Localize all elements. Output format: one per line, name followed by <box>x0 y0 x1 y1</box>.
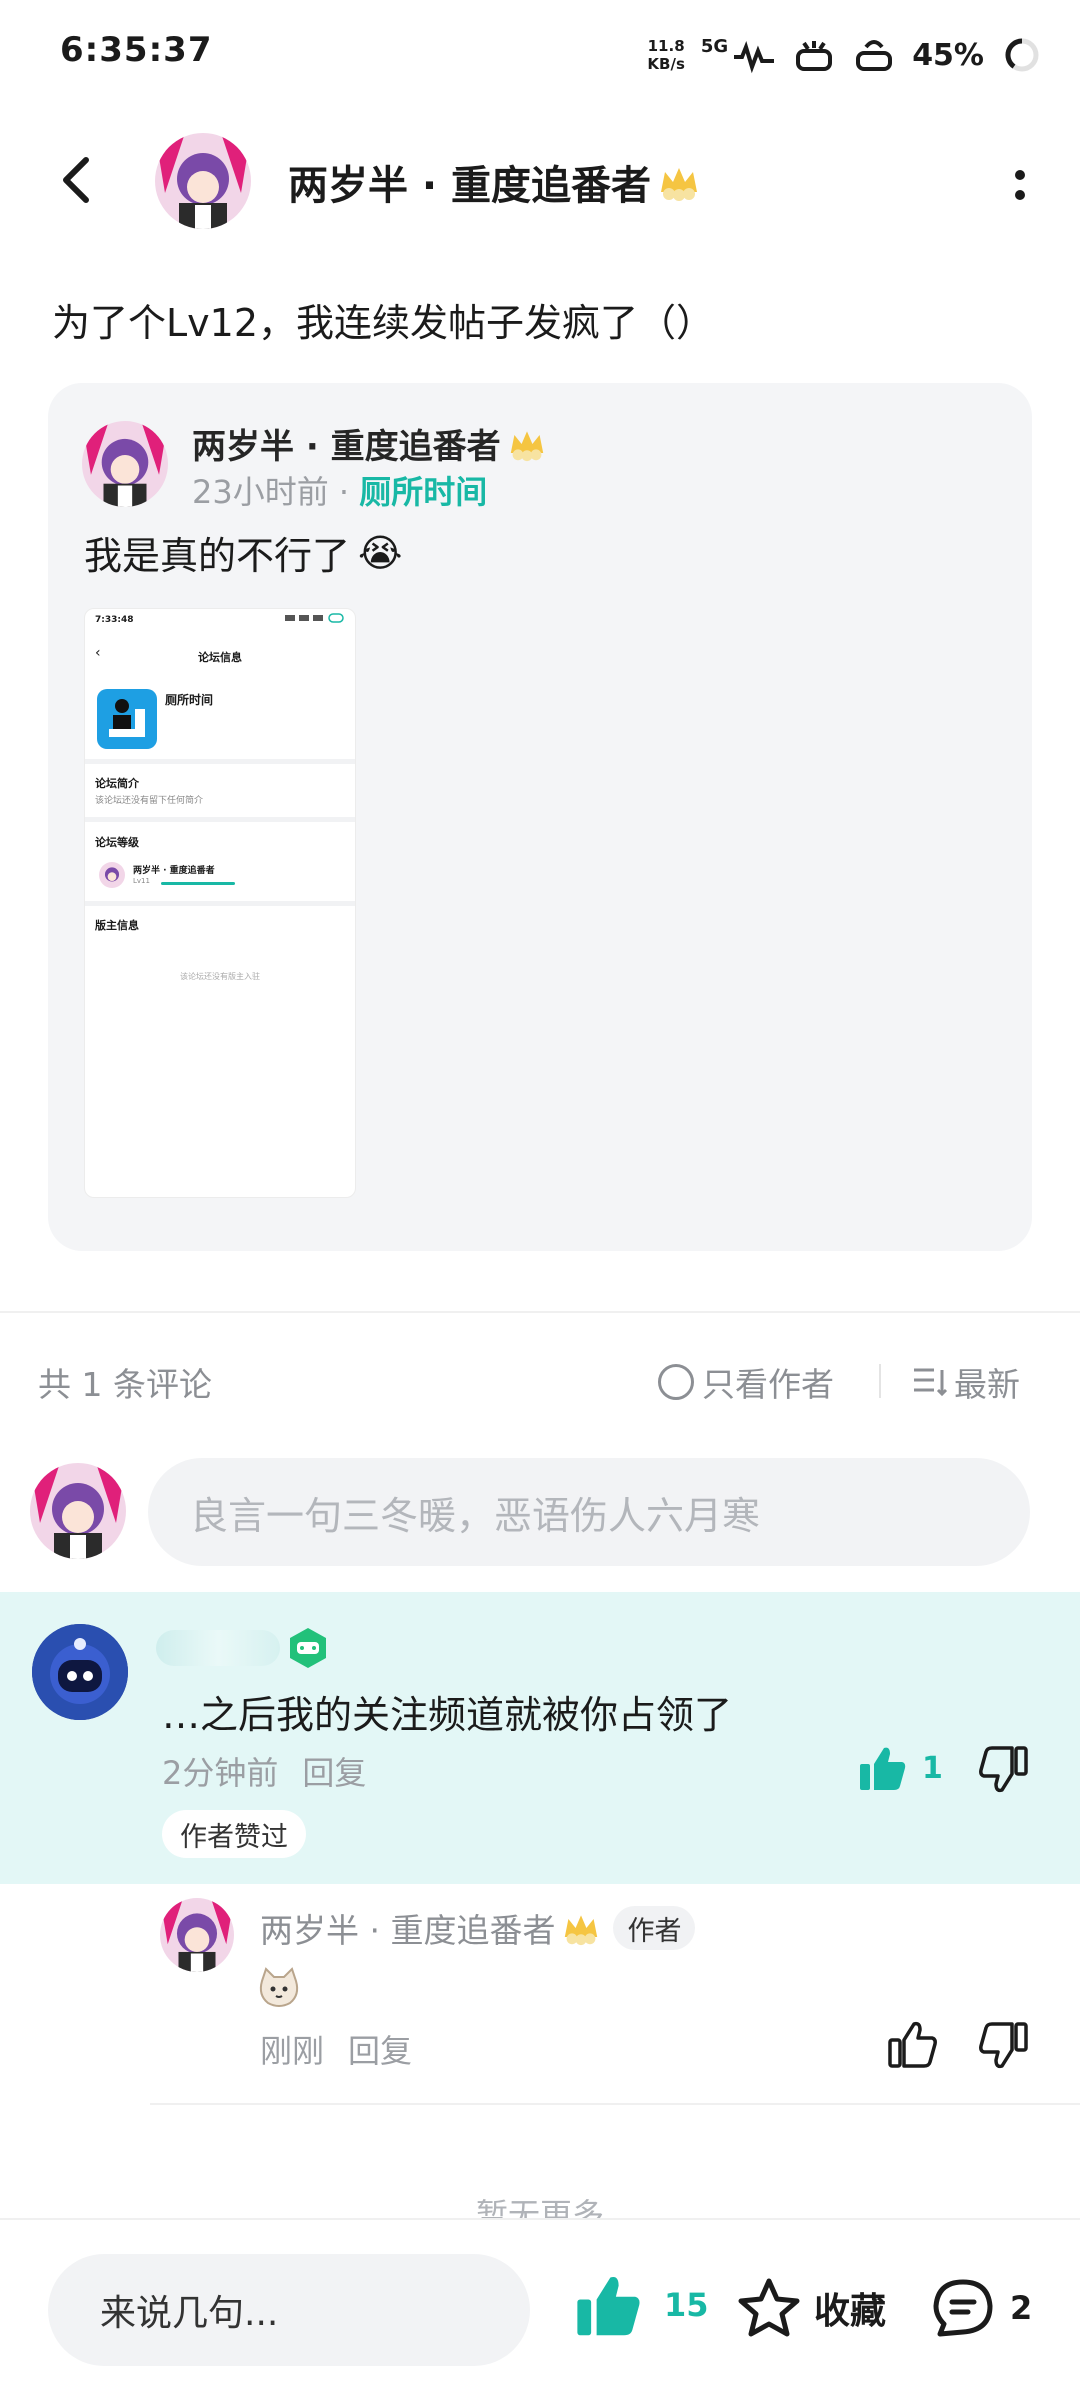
status-bar: 6:35:37 11.8 KB/s 5G 45% <box>0 0 1080 110</box>
favorite-label: 收藏 <box>814 2291 887 2332</box>
reply-author-name[interactable]: 两岁半 · 重度追番者 作者 <box>260 1904 696 1952</box>
comment-input[interactable]: 良言一句三冬暖，恶语伤人六月寒 <box>148 1458 1030 1566</box>
crown-badge-icon <box>565 1915 598 1946</box>
comment-meta: 2分钟前 回复 <box>162 1748 366 1794</box>
reply-divider <box>150 2103 1080 2105</box>
author-name[interactable]: 两岁半 · 重度追番者 <box>288 153 701 211</box>
shared-post-time: 23小时前 <box>192 473 329 511</box>
crown-badge-icon <box>661 168 698 201</box>
star-icon <box>738 2278 800 2337</box>
shared-author-name[interactable]: 两岁半 · 重度追番者 <box>192 419 547 468</box>
screenshot-user-level: Lv11 <box>133 877 150 885</box>
status-time: 6:35:37 <box>60 30 213 70</box>
post-title: 为了个Lv12，我连续发帖子发疯了（） <box>52 301 715 345</box>
screenshot-level-label: 论坛等级 <box>95 836 139 849</box>
thumbs-up-icon[interactable] <box>886 2018 940 2072</box>
screenshot-page-title: 论坛信息 <box>198 651 242 664</box>
bottom-comment-placeholder: 来说几句... <box>100 2293 279 2334</box>
commenter-avatar[interactable] <box>32 1624 128 1720</box>
author-only-label: 只看作者 <box>702 1365 834 1404</box>
screenshot-moderator-label: 版主信息 <box>95 919 139 932</box>
screenshot-user-name: 两岁半 · 重度追番者 <box>133 866 215 876</box>
comment-input-placeholder: 良言一句三冬暖，恶语伤人六月寒 <box>190 1493 761 1538</box>
status-icons: 11.8 KB/s 5G 45% <box>647 30 1044 80</box>
screenshot-intro-label: 论坛简介 <box>95 777 139 790</box>
screenshot-time: 7:33:48 <box>95 615 134 625</box>
shared-post-body: 我是真的不行了 😭 <box>84 525 402 580</box>
thumbs-up-filled-icon <box>577 2276 640 2336</box>
network-label: 5G <box>700 35 729 57</box>
cat-sticker-icon <box>259 1967 299 2007</box>
bottom-action-bar: 来说几句... 15 收藏 2 <box>0 2218 1080 2400</box>
reply-reply-button[interactable]: 回复 <box>348 2026 412 2072</box>
screenshot-user-avatar <box>99 862 125 888</box>
comment-bubble-icon <box>933 2279 993 2337</box>
battery-percent: 45% <box>912 37 984 73</box>
screenshot-forum-name: 厕所时间 <box>165 693 214 707</box>
comment-time: 2分钟前 <box>162 1754 279 1792</box>
radio-circle-icon <box>658 1364 694 1400</box>
author-tag: 作者 <box>613 1906 696 1950</box>
reply-author-name-text: 两岁半 · 重度追番者 <box>260 1911 556 1950</box>
reply-meta: 刚刚 回复 <box>260 2026 412 2072</box>
thumbs-up-filled-icon <box>860 1747 906 1790</box>
alarm-icon <box>796 41 833 71</box>
back-arrow-icon[interactable] <box>50 150 110 210</box>
reply-time: 刚刚 <box>260 2032 325 2070</box>
crying-emoji-icon: 😭 <box>358 530 403 575</box>
commenter-name-blurred[interactable] <box>156 1630 280 1666</box>
hotspot-icon <box>856 40 893 71</box>
comment-like-button[interactable]: 1 <box>858 1744 943 1792</box>
net-speed-unit: KB/s <box>647 55 685 73</box>
reply-button[interactable]: 回复 <box>302 1748 366 1794</box>
sort-lines-icon <box>914 1368 948 1397</box>
author-avatar[interactable] <box>155 133 251 229</box>
comment-text: …之后我的关注频道就被你占领了 <box>162 1693 733 1737</box>
favorite-button[interactable]: 收藏 <box>736 2276 886 2340</box>
screenshot-status-icons <box>285 613 345 625</box>
post-header: 两岁半 · 重度追番者 <box>0 125 1080 235</box>
shared-post-body-text: 我是真的不行了 <box>84 534 351 578</box>
post-like-button[interactable]: 15 <box>574 2272 709 2338</box>
comment-count: 共 1 条评论 <box>38 1365 212 1404</box>
shared-post-card[interactable]: 两岁半 · 重度追番者 23小时前 · 厕所时间 我是真的不行了 😭 7:33:… <box>48 383 1032 1251</box>
more-options-icon[interactable] <box>1000 155 1040 215</box>
current-user-avatar <box>30 1463 126 1559</box>
bottom-comment-input[interactable]: 来说几句... <box>48 2254 530 2366</box>
comments-button[interactable]: 2 <box>930 2276 1032 2340</box>
shared-author-avatar[interactable] <box>82 421 168 507</box>
signal-icon <box>734 40 775 74</box>
author-liked-tag: 作者赞过 <box>162 1810 306 1858</box>
shared-post-meta: 23小时前 · 厕所时间 <box>192 467 487 513</box>
crown-badge-icon <box>510 430 543 461</box>
comment-like-count: 1 <box>922 1750 943 1786</box>
net-speed-value: 11.8 <box>647 37 685 55</box>
divider <box>879 1364 881 1398</box>
toilet-forum-icon <box>97 689 157 749</box>
thumbs-down-icon[interactable] <box>976 1742 1030 1796</box>
sort-button[interactable]: 最新 <box>912 1358 1020 1406</box>
reply-author-avatar[interactable] <box>160 1898 234 1972</box>
author-only-toggle[interactable]: 只看作者 <box>658 1358 834 1406</box>
comment-item: …之后我的关注频道就被你占领了 2分钟前 回复 1 作者赞过 <box>0 1592 1080 1884</box>
screenshot-level-bar <box>161 882 235 885</box>
shared-screenshot-image[interactable]: 7:33:48 ‹ 论坛信息 厕所时间 论坛简介 该论坛还没有留下任何简介 论坛… <box>84 608 356 1198</box>
post-like-count: 15 <box>664 2286 709 2324</box>
net-speed: 11.8 KB/s <box>647 37 684 73</box>
screenshot-moderator-text: 该论坛还没有版主入驻 <box>180 972 260 981</box>
battery-ring-icon <box>1005 38 1039 72</box>
forum-link[interactable]: 厕所时间 <box>359 473 487 511</box>
shared-author-name-text: 两岁半 · 重度追番者 <box>192 427 501 467</box>
sort-label: 最新 <box>954 1365 1020 1404</box>
screenshot-intro-text: 该论坛还没有留下任何简介 <box>95 796 204 806</box>
section-divider <box>0 1311 1080 1313</box>
thumbs-down-icon[interactable] <box>976 2018 1030 2072</box>
meta-separator: · <box>338 473 350 511</box>
game-badge-icon <box>290 1628 326 1668</box>
author-name-text: 两岁半 · 重度追番者 <box>288 163 652 209</box>
comment-count-badge: 2 <box>1010 2289 1033 2327</box>
